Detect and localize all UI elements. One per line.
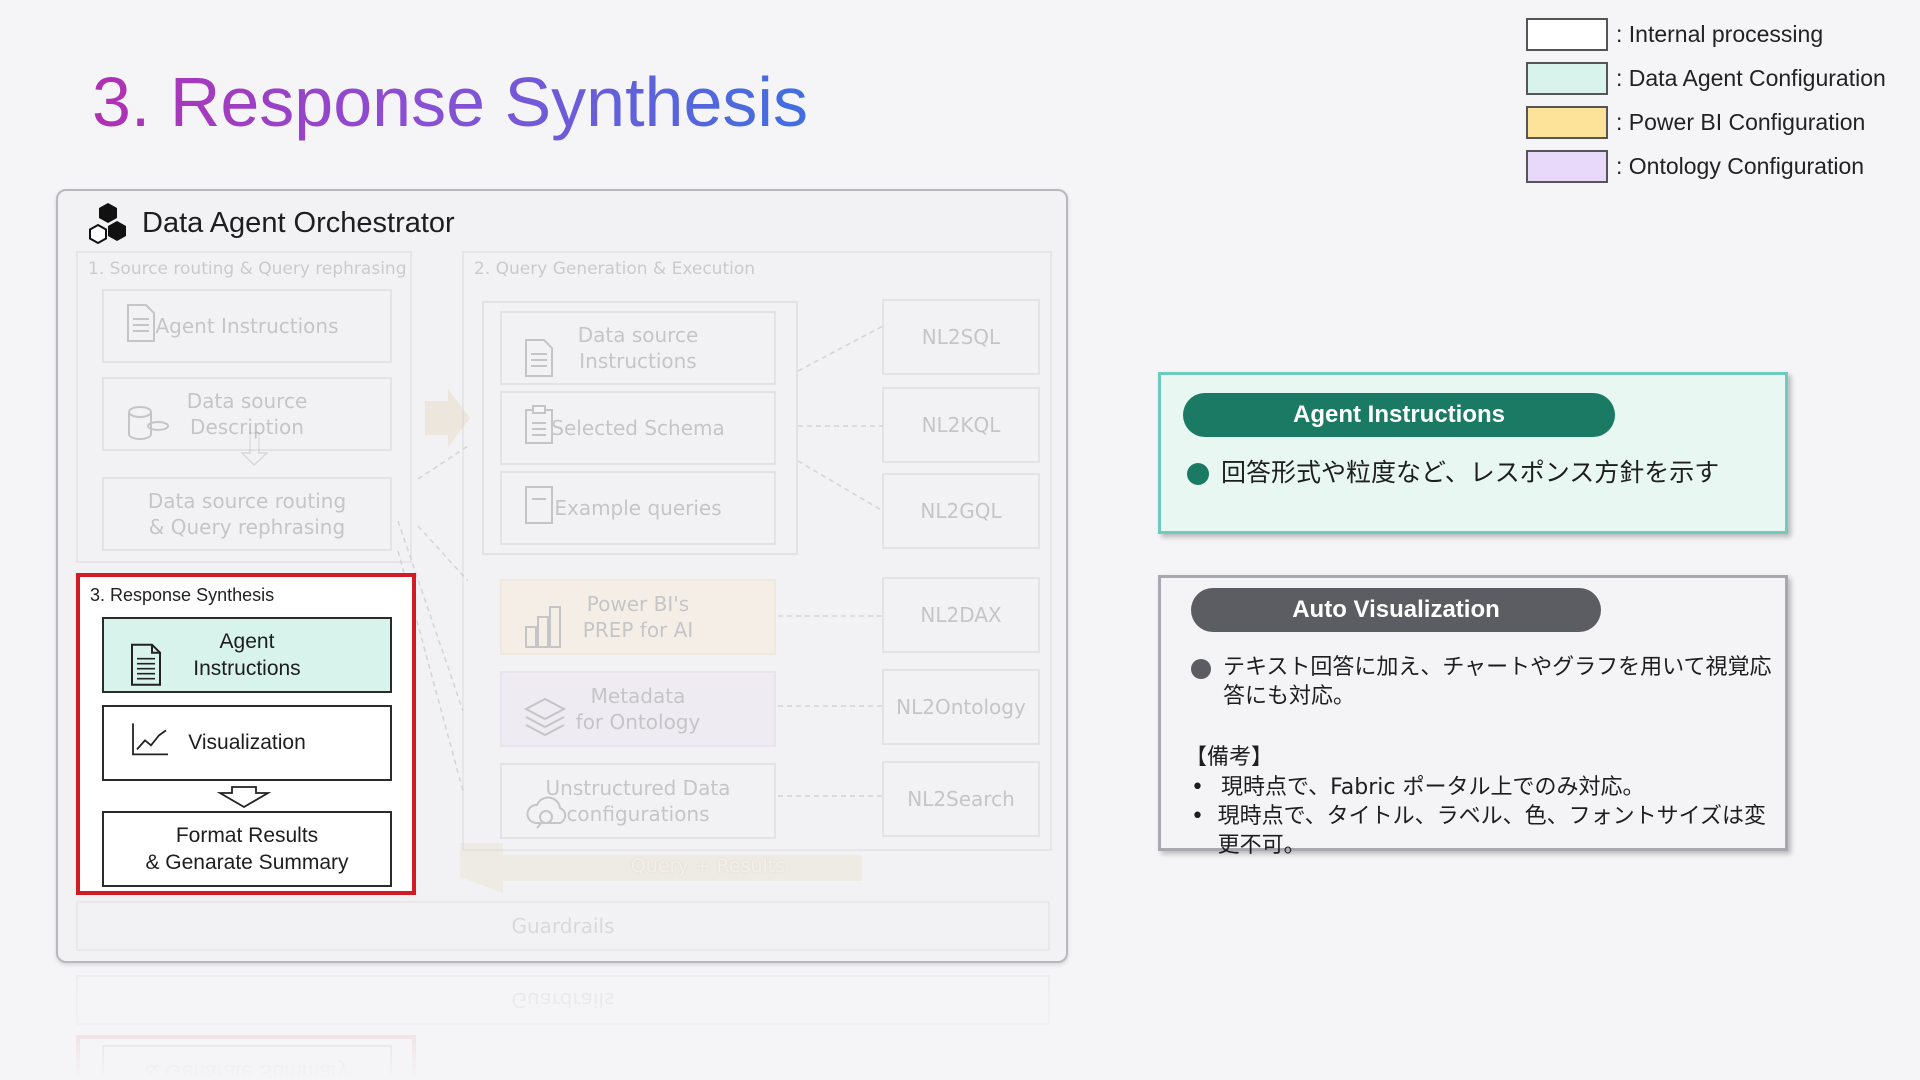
box-label: Data source Instructions <box>577 323 699 373</box>
legend-label: : Data Agent Configuration <box>1616 64 1886 91</box>
note-item: • 現時点で、Fabric ポータル上でのみ対応。 <box>1191 773 1781 802</box>
box-label: NL2DAX <box>920 603 1002 627</box>
box-label: NL2SQL <box>921 325 1001 349</box>
legend: : Internal processing : Data Agent Confi… <box>1526 12 1886 188</box>
legend-item-power-bi: : Power BI Configuration <box>1526 100 1886 144</box>
example-queries-box: Example queries <box>500 471 776 545</box>
notes-list: • 現時点で、Fabric ポータル上でのみ対応。 • 現時点で、タイトル、ラベル、… <box>1191 773 1781 860</box>
section-label: 3. Response Synthesis <box>90 585 275 605</box>
clipboard-icon <box>524 405 554 451</box>
notes-title: 【備考】 <box>1185 745 1274 770</box>
layers-icon <box>523 671 567 747</box>
legend-item-data-agent: : Data Agent Configuration <box>1526 56 1886 100</box>
routing-box: Data source routing & Query rephrasing <box>102 477 392 551</box>
box-label: Example queries <box>554 496 722 520</box>
box-label: Agent Instructions <box>193 629 301 680</box>
nl2kql-box: NL2KQL <box>882 387 1040 463</box>
nl2gql-box: NL2GQL <box>882 473 1040 549</box>
unstructured-data-box: Unstructured Data configurations <box>500 763 776 839</box>
selected-schema-box: Selected Schema <box>500 391 776 465</box>
reflection-format-results: & Genarate Summary <box>102 1045 392 1080</box>
query-results-label: Query + Results <box>630 855 786 877</box>
note-text: 現時点で、Fabric ポータル上でのみ対応。 <box>1221 775 1645 800</box>
box-label: Data source Description <box>186 389 308 439</box>
box-label: Power BI's PREP for AI <box>582 592 694 642</box>
box-label: Visualization <box>188 731 306 755</box>
page-icon <box>524 485 554 531</box>
nl2ontology-box: NL2Ontology <box>882 669 1040 745</box>
box-label: NL2KQL <box>921 413 1001 437</box>
note-bullet: • <box>1191 775 1204 800</box>
legend-item-internal: : Internal processing <box>1526 12 1886 56</box>
legend-label: : Power BI Configuration <box>1616 108 1866 135</box>
legend-swatch <box>1526 61 1608 95</box>
legend-label: : Ontology Configuration <box>1616 152 1865 179</box>
card-header: Agent Instructions <box>1183 393 1615 437</box>
metadata-ontology-box: Metadata for Ontology <box>500 671 776 747</box>
note-item: • 現時点で、タイトル、ラベル、色、フォントサイズは変更不可。 <box>1191 802 1781 860</box>
bullet-text: テキスト回答に加え、チャートやグラフを用いて視覚応答にも対応。 <box>1223 655 1772 709</box>
line-chart-icon <box>130 721 170 764</box>
nl2search-box: NL2Search <box>882 761 1040 837</box>
box-label: NL2Search <box>907 787 1015 811</box>
down-arrow-icon <box>216 786 272 809</box>
guardrails-box: Guardrails <box>76 901 1050 951</box>
page-title: 3. Response Synthesis <box>92 63 808 141</box>
cloud-search-icon <box>524 765 572 837</box>
card-bullet: 回答形式や粒度など、レスポンス方針を示す <box>1187 457 1767 490</box>
box-label: Agent Instructions <box>155 314 339 338</box>
ds-instructions-box: Data source Instructions <box>500 311 776 385</box>
section-response-synthesis: 3. Response Synthesis Agent Instructions… <box>76 573 416 895</box>
visualization-box[interactable]: Visualization <box>102 705 392 781</box>
legend-item-ontology: : Ontology Configuration <box>1526 144 1886 188</box>
reflection-guardrails: Guardrails <box>76 975 1050 1025</box>
card-bullet: テキスト回答に加え、チャートやグラフを用いて視覚応答にも対応。 <box>1191 654 1775 711</box>
box-label: Selected Schema <box>551 416 725 440</box>
format-results-box[interactable]: Format Results & Genarate Summary <box>102 811 392 887</box>
powerbi-prep-box: Power BI's PREP for AI <box>500 579 776 655</box>
guardrails-label: Guardrails <box>511 914 615 938</box>
note-text: 現時点で、タイトル、ラベル、色、フォントサイズは変更不可。 <box>1217 804 1767 859</box>
agent-instructions-card: Agent Instructions 回答形式や粒度など、レスポンス方針を示す <box>1158 372 1788 534</box>
card-header: Auto Visualization <box>1191 588 1601 632</box>
note-bullet: • <box>1191 804 1204 830</box>
section-label: 1. Source routing & Query rephrasing <box>88 259 407 279</box>
legend-swatch <box>1526 105 1608 139</box>
document-icon <box>524 312 554 384</box>
agent-instructions-box: Agent Instructions <box>102 289 392 363</box>
box-label: Metadata for Ontology <box>575 684 701 734</box>
document-icon <box>130 616 162 695</box>
data-source-description-box: Data source Description <box>102 377 392 451</box>
section-label: 2. Query Generation & Execution <box>474 259 756 279</box>
section-source-routing: 1. Source routing & Query rephrasing Age… <box>76 251 412 563</box>
bullet-text: 回答形式や粒度など、レスポンス方針を示す <box>1221 458 1720 487</box>
bullet-dot <box>1191 659 1211 679</box>
bar-chart-icon <box>524 579 564 655</box>
auto-visualization-card: Auto Visualization テキスト回答に加え、チャートやグラフを用い… <box>1158 575 1788 858</box>
document-icon <box>126 303 156 349</box>
box-label: NL2Ontology <box>896 695 1026 719</box>
nl2sql-box: NL2SQL <box>882 299 1040 375</box>
agent-instructions-box[interactable]: Agent Instructions <box>102 617 392 693</box>
database-icon <box>126 378 170 450</box>
box-label: Data source routing & Query rephrasing <box>147 489 347 539</box>
bullet-dot <box>1187 463 1209 485</box>
nl2dax-box: NL2DAX <box>882 577 1040 653</box>
section-query-generation: 2. Query Generation & Execution Data sou… <box>462 251 1052 851</box>
legend-label: : Internal processing <box>1616 20 1824 47</box>
box-label: Format Results & Genarate Summary <box>145 823 349 874</box>
box-label: Unstructured Data configurations <box>545 776 731 826</box>
legend-swatch <box>1526 149 1608 183</box>
legend-swatch <box>1526 17 1608 51</box>
panel-reflection: Guardrails & Genarate Summary <box>56 965 1068 1080</box>
box-label: NL2GQL <box>920 499 1002 523</box>
